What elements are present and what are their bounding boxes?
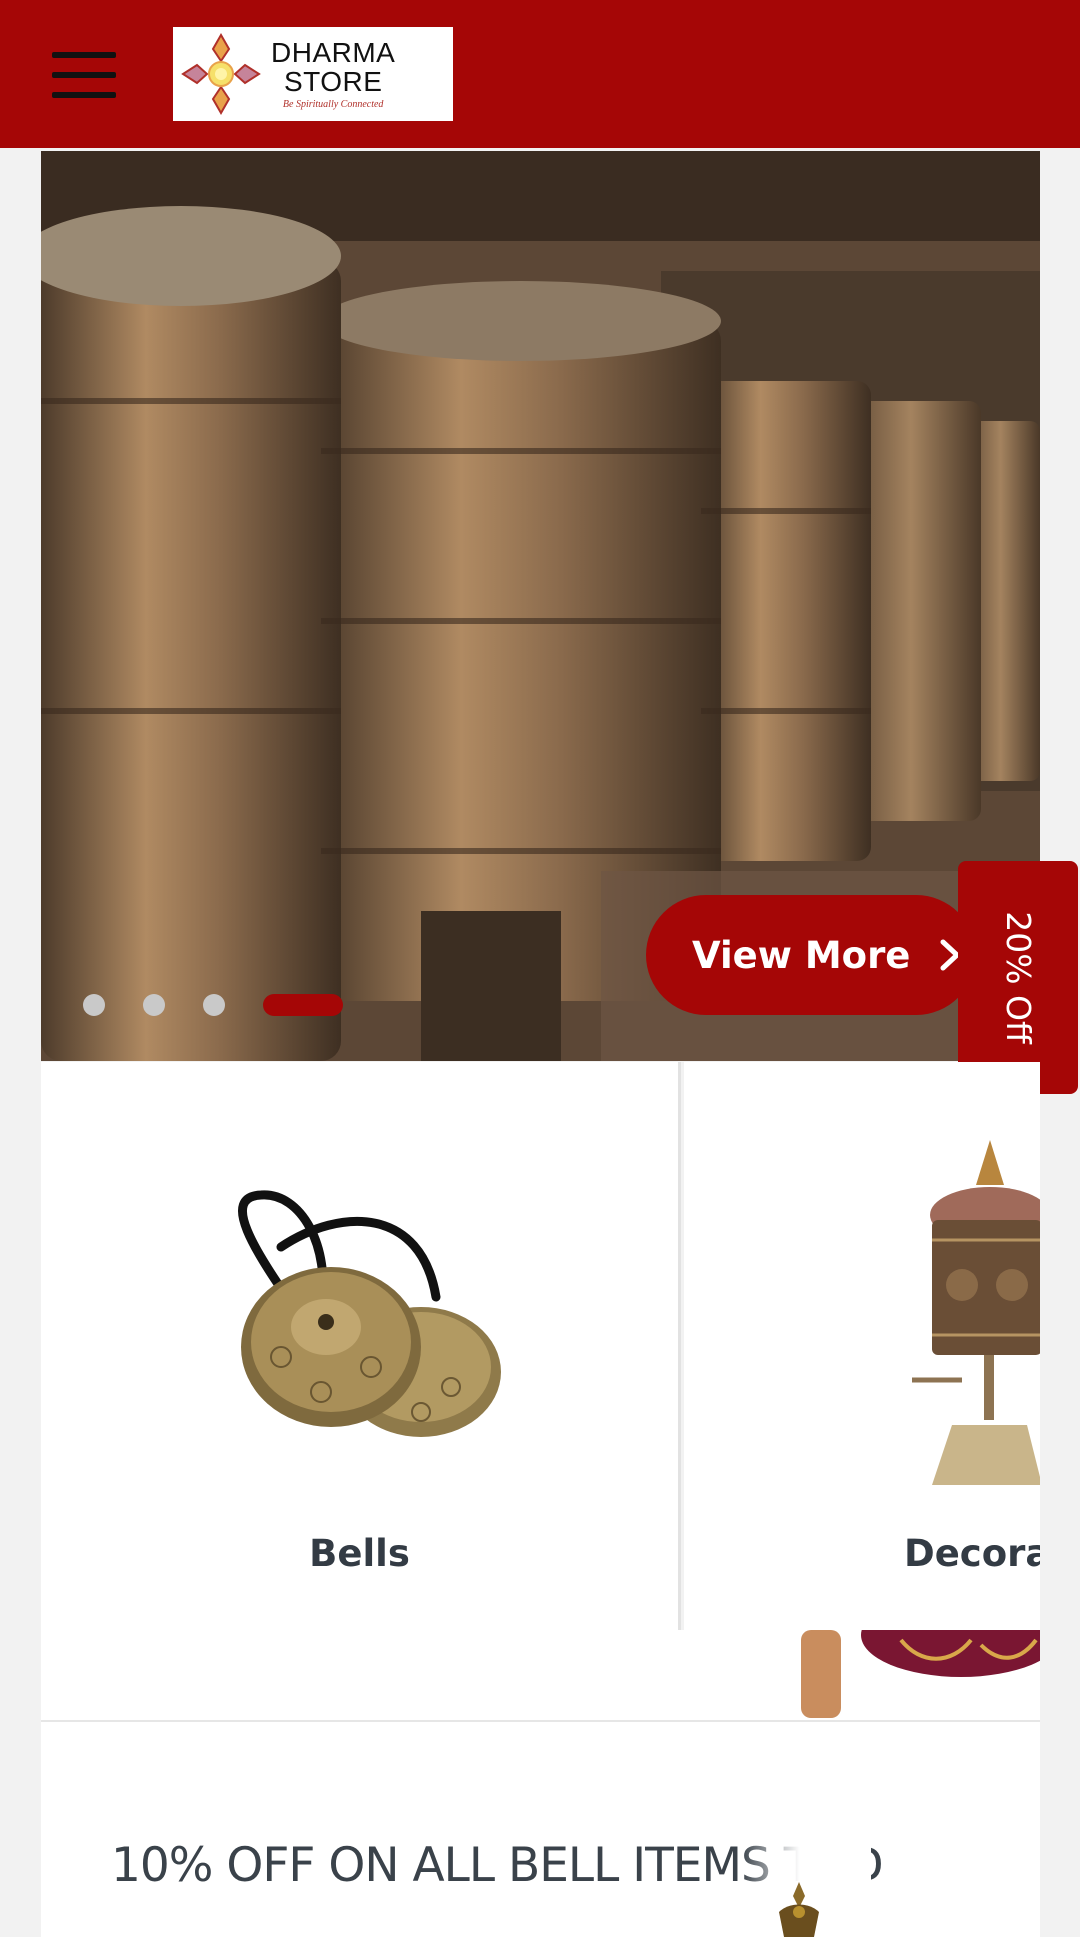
carousel-dot-1[interactable]: [83, 994, 105, 1016]
view-more-button[interactable]: View More: [646, 895, 976, 1015]
store-logo[interactable]: DHARMA STORE Be Spiritually Connected: [173, 27, 453, 121]
category-card-decoration[interactable]: Decorat: [684, 1062, 1040, 1630]
featured-strip: [41, 1630, 1040, 1722]
singing-bowl-image: [801, 1630, 1040, 1718]
view-more-label: View More: [692, 933, 911, 977]
carousel-dot-4-active[interactable]: [263, 994, 343, 1016]
logo-name-line1: DHARMA: [271, 37, 396, 68]
top-header: DHARMA STORE Be Spiritually Connected: [0, 0, 1080, 148]
category-label-decoration: Decorat: [904, 1532, 1040, 1575]
discount-side-tab[interactable]: 20% Off: [958, 861, 1078, 1094]
prayer-wheel-image: [912, 1140, 1040, 1485]
logo-tagline: Be Spiritually Connected: [282, 99, 384, 110]
promo-section: 10% OFF ON ALL BELL ITEMS TOD: [41, 1722, 1040, 1937]
carousel-dot-3[interactable]: [203, 994, 225, 1016]
category-label-bells: Bells: [309, 1532, 410, 1575]
vajra-logo-icon: [181, 32, 261, 116]
hamburger-menu-icon[interactable]: [52, 52, 116, 98]
vajra-product-image: [779, 1882, 819, 1937]
carousel-dot-2[interactable]: [143, 994, 165, 1016]
category-card-bells[interactable]: Bells: [41, 1062, 681, 1630]
carousel-dots: [83, 994, 343, 1016]
category-carousel: Bells Decorat: [41, 1062, 1040, 1630]
discount-side-tab-label: 20% Off: [998, 911, 1038, 1044]
tingsha-cymbals-image: [238, 1190, 501, 1437]
logo-name-line2: STORE: [283, 66, 383, 97]
hero-banner[interactable]: View More: [41, 151, 1040, 1061]
